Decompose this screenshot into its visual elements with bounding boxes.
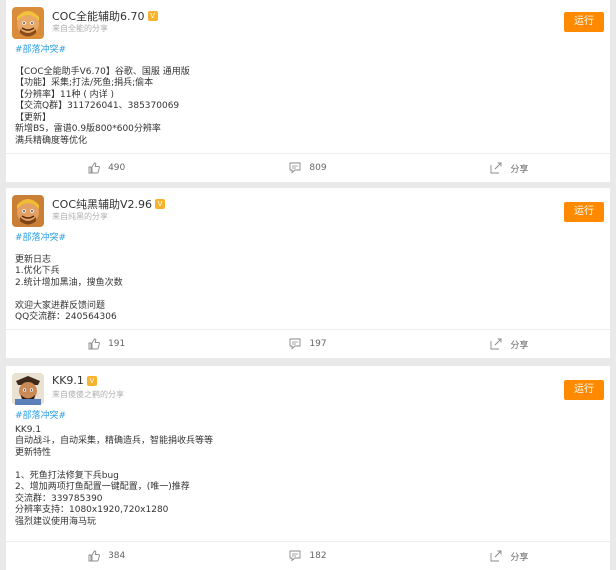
comment-count: 809 xyxy=(309,163,327,173)
hashtag-link[interactable]: #部落冲突# xyxy=(15,45,610,57)
post-feed: COC全能辅助6.70 V 来自全能的分享 运行 #部落冲突# 【COC全能助手V… xyxy=(0,0,616,570)
like-button[interactable]: 191 xyxy=(6,330,207,358)
hashtag-link[interactable]: #部落冲突# xyxy=(15,233,610,245)
like-count: 191 xyxy=(108,339,126,349)
share-icon xyxy=(490,338,502,350)
app-name-text: KK9.1 xyxy=(52,374,84,387)
share-button[interactable]: 分享 xyxy=(409,154,610,182)
share-icon xyxy=(490,162,502,174)
share-label: 分享 xyxy=(510,164,529,175)
share-icon xyxy=(490,550,502,562)
comment-icon xyxy=(289,550,301,562)
post-card: COC全能辅助6.70 V 来自全能的分享 运行 #部落冲突# 【COC全能助手V… xyxy=(6,0,610,182)
thumbs-up-icon xyxy=(88,162,100,174)
post-card: COC纯黑辅助V2.96 V 来自纯黑的分享 运行 #部落冲突# 更新日志 1.优… xyxy=(6,188,610,358)
barbarian-avatar-icon[interactable] xyxy=(12,195,44,227)
comment-button[interactable]: 182 xyxy=(207,542,408,570)
app-name[interactable]: COC全能辅助6.70 V xyxy=(52,8,158,24)
post-card: KK9.1 V 来自傻傻之鹤的分享 运行 #部落冲突# KK9.1 自动战斗，自动… xyxy=(6,366,610,570)
post-body: #部落冲突# KK9.1 自动战斗，自动采集，精确造兵，智能捐收兵等等 更新特性 … xyxy=(6,406,610,528)
comment-icon xyxy=(289,338,301,350)
vip-badge-icon: V xyxy=(155,199,166,209)
app-name[interactable]: KK9.1 V xyxy=(52,374,97,387)
run-button[interactable]: 运行 xyxy=(564,202,604,222)
vip-badge-icon: V xyxy=(147,11,158,21)
like-button[interactable]: 490 xyxy=(6,154,207,182)
post-actions: 490 809 分享 xyxy=(6,153,610,182)
share-button[interactable]: 分享 xyxy=(409,542,610,570)
run-button[interactable]: 运行 xyxy=(564,12,604,32)
app-name-text: COC纯黑辅助V2.96 xyxy=(52,198,153,211)
app-name-text: COC全能辅助6.70 xyxy=(52,10,145,23)
thumbs-up-icon xyxy=(88,550,100,562)
post-content: KK9.1 自动战斗，自动采集，精确造兵，智能捐收兵等等 更新特性 1、死鱼打法… xyxy=(15,424,214,527)
hog-rider-avatar-icon[interactable] xyxy=(12,373,44,405)
comment-button[interactable]: 809 xyxy=(207,154,408,182)
app-name[interactable]: COC纯黑辅助V2.96 V xyxy=(52,196,166,212)
share-label: 分享 xyxy=(510,552,529,563)
post-source: 来自纯黑的分享 xyxy=(52,212,108,221)
comment-count: 197 xyxy=(309,339,327,349)
post-body: #部落冲突# 【COC全能助手V6.70】谷歌、国服 通用版 【功能】采集;打法/… xyxy=(6,40,610,147)
post-header: COC全能辅助6.70 V 来自全能的分享 运行 xyxy=(6,0,610,40)
like-count: 384 xyxy=(108,551,126,561)
like-button[interactable]: 384 xyxy=(6,542,207,570)
post-actions: 191 197 分享 xyxy=(6,329,610,358)
comment-count: 182 xyxy=(309,551,327,561)
thumbs-up-icon xyxy=(88,338,100,350)
post-header: COC纯黑辅助V2.96 V 来自纯黑的分享 运行 xyxy=(6,188,610,228)
post-content: 【COC全能助手V6.70】谷歌、国服 通用版 【功能】采集;打法/死鱼;捐兵;… xyxy=(15,66,190,146)
post-actions: 384 182 分享 xyxy=(6,541,610,570)
share-button[interactable]: 分享 xyxy=(409,330,610,358)
comment-button[interactable]: 197 xyxy=(207,330,408,358)
post-body: #部落冲突# 更新日志 1.优化下兵 2.统计增加黑油，搜鱼次数 欢迎大家进群反馈… xyxy=(6,228,610,324)
post-content: 更新日志 1.优化下兵 2.统计增加黑油，搜鱼次数 欢迎大家进群反馈问题 QQ交… xyxy=(15,254,123,323)
barbarian-avatar-icon[interactable] xyxy=(12,7,44,39)
post-source: 来自傻傻之鹤的分享 xyxy=(52,390,124,399)
vip-badge-icon: V xyxy=(86,375,97,386)
comment-icon xyxy=(289,162,301,174)
post-source: 来自全能的分享 xyxy=(52,24,108,33)
post-header: KK9.1 V 来自傻傻之鹤的分享 运行 xyxy=(6,366,610,406)
share-label: 分享 xyxy=(510,340,529,351)
like-count: 490 xyxy=(108,163,126,173)
run-button[interactable]: 运行 xyxy=(564,380,604,400)
hashtag-link[interactable]: #部落冲突# xyxy=(15,411,610,423)
